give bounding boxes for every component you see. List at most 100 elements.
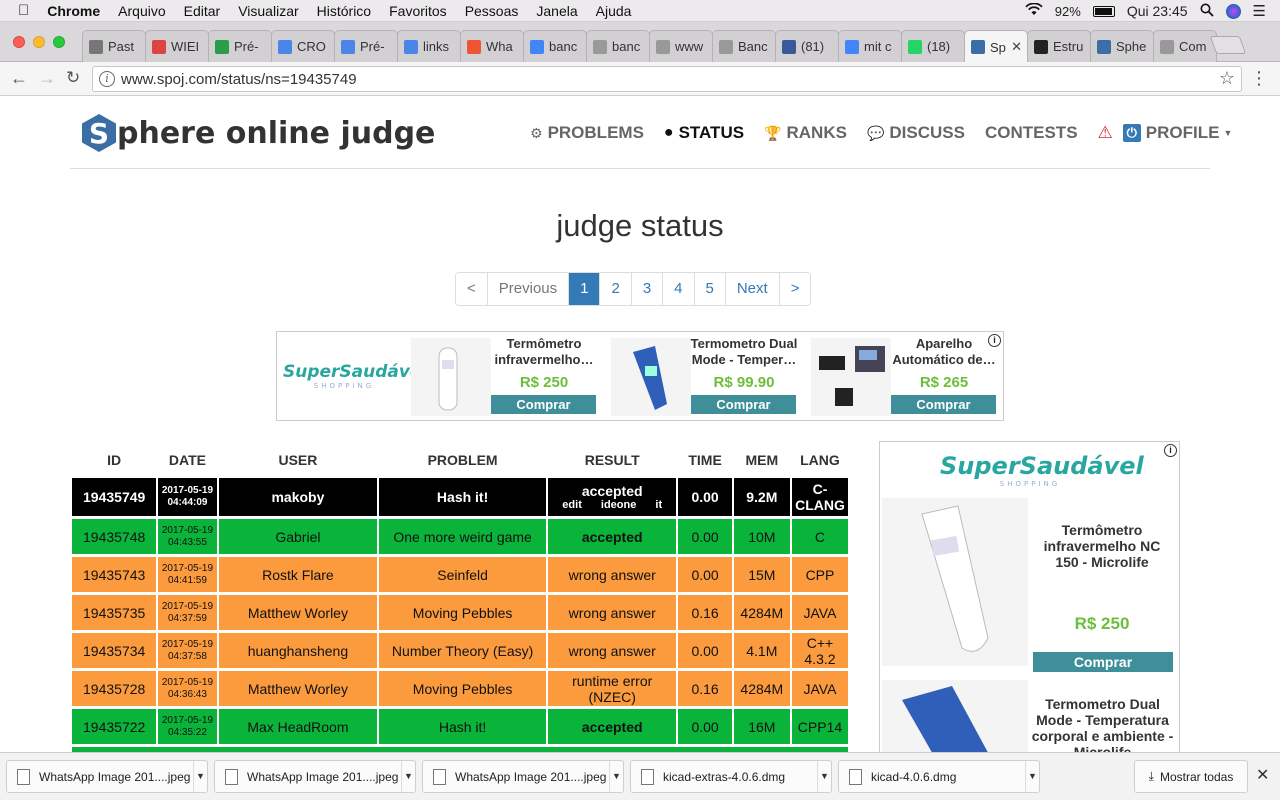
browser-tab[interactable]: mit c	[838, 30, 902, 62]
page-previous-button[interactable]: Previous	[486, 273, 569, 305]
ad-product[interactable]: Aparelho Automático de… R$ 265 Comprar	[805, 332, 1003, 420]
nav-status[interactable]: ● STATUS	[664, 123, 744, 143]
page-next-button[interactable]: Next	[724, 273, 779, 305]
tab-close-icon[interactable]: ✕	[1011, 39, 1022, 55]
browser-tab[interactable]: Wha	[460, 30, 524, 62]
submission-id[interactable]: 19435748	[72, 519, 157, 554]
browser-tab[interactable]: Past	[82, 30, 146, 62]
download-item[interactable]: WhatsApp Image 201....jpeg ▼	[422, 760, 624, 793]
browser-tab[interactable]: (81)	[775, 30, 839, 62]
window-zoom-button[interactable]	[53, 36, 65, 48]
submission-id[interactable]: 19435735	[72, 595, 157, 630]
menu-favoritos[interactable]: Favoritos	[389, 3, 447, 19]
menu-pessoas[interactable]: Pessoas	[465, 3, 519, 19]
nav-profile[interactable]: ⏻ PROFILE ▼	[1122, 123, 1232, 143]
download-item[interactable]: WhatsApp Image 201....jpeg ▼	[6, 760, 208, 793]
submission-problem[interactable]: One more weird game	[379, 519, 546, 554]
nav-ranks[interactable]: 🏆 RANKS	[764, 123, 847, 143]
submission-id[interactable]: 19435743	[72, 557, 157, 592]
show-all-downloads-button[interactable]: ⤓ Mostrar todas	[1134, 760, 1248, 793]
battery-icon[interactable]	[1092, 5, 1115, 17]
submission-id[interactable]: 19435728	[72, 671, 157, 706]
back-arrow-icon[interactable]: ←	[10, 68, 28, 89]
side-ad-product2-image[interactable]	[882, 680, 1028, 752]
spoj-logo[interactable]: S phere online judge	[82, 114, 435, 152]
chevron-down-icon[interactable]: ▼	[193, 761, 207, 792]
col-id[interactable]: ID	[72, 445, 156, 475]
alert-icon[interactable]: ⚠	[1098, 123, 1113, 143]
page-1-button[interactable]: 1	[568, 273, 600, 305]
chevron-down-icon[interactable]: ▼	[817, 761, 831, 792]
chevron-down-icon[interactable]: ▼	[1025, 761, 1039, 792]
page-last-button[interactable]: >	[778, 273, 811, 305]
chevron-down-icon[interactable]: ▼	[401, 761, 415, 792]
menu-app-chrome[interactable]: Chrome	[47, 3, 100, 19]
menu-ajuda[interactable]: Ajuda	[596, 3, 632, 19]
menu-visualizar[interactable]: Visualizar	[238, 3, 298, 19]
download-item[interactable]: kicad-4.0.6.dmg ▼	[838, 760, 1040, 793]
submission-problem[interactable]: Moving Pebbles	[379, 595, 546, 630]
menu-janela[interactable]: Janela	[536, 3, 577, 19]
submission-problem[interactable]: Hash it!	[379, 478, 546, 516]
clock[interactable]: Qui 23:45	[1127, 3, 1188, 19]
download-item[interactable]: WhatsApp Image 201....jpeg ▼	[214, 760, 416, 793]
col-problem[interactable]: PROBLEM	[379, 445, 546, 475]
ad-info-icon[interactable]: i	[1164, 444, 1177, 457]
download-item[interactable]: kicad-extras-4.0.6.dmg ▼	[630, 760, 832, 793]
browser-tab[interactable]: Pré-	[334, 30, 398, 62]
browser-tab[interactable]: www	[649, 30, 713, 62]
submission-problem[interactable]: Number Theory (Easy)	[379, 633, 546, 668]
spotlight-search-icon[interactable]	[1200, 3, 1214, 20]
result-links[interactable]: edit ideone it	[551, 499, 674, 511]
ad-product[interactable]: Termometro Dual Mode - Temper… R$ 99.90 …	[605, 332, 803, 420]
ad-buy-button[interactable]: Comprar	[691, 395, 796, 414]
menu-arquivo[interactable]: Arquivo	[118, 3, 165, 19]
menu-editar[interactable]: Editar	[184, 3, 221, 19]
browser-tab[interactable]: Estru	[1027, 30, 1091, 62]
submission-user[interactable]: Matthew Worley	[218, 671, 378, 706]
forward-arrow-icon[interactable]: →	[38, 68, 56, 89]
ad-buy-button[interactable]: Comprar	[491, 395, 596, 414]
window-close-button[interactable]	[13, 36, 25, 48]
submission-id[interactable]: 19435734	[72, 633, 157, 668]
browser-tab[interactable]: links	[397, 30, 461, 62]
submission-problem[interactable]: Moving Pebbles	[379, 671, 546, 706]
ad-banner[interactable]: SuperSaudável SHOPPING Termômetro infrav…	[276, 331, 1004, 421]
page-first-button[interactable]: <	[456, 273, 487, 305]
col-lang[interactable]: LANG	[792, 445, 848, 475]
browser-tab[interactable]: Sphe	[1090, 30, 1154, 62]
submission-problem[interactable]: Seinfeld	[379, 557, 546, 592]
side-ad[interactable]: SuperSaudável SHOPPING i Termômetro infr…	[879, 441, 1180, 752]
col-mem[interactable]: MEM	[734, 445, 790, 475]
ad-info-icon[interactable]: i	[988, 334, 1001, 347]
browser-tab[interactable]: Pré-	[208, 30, 272, 62]
address-bar[interactable]: i www.spoj.com/status/ns=19435749 ☆	[92, 66, 1242, 92]
nav-problems[interactable]: ⚙ PROBLEMS	[530, 123, 644, 143]
submission-user[interactable]: makoby	[218, 478, 378, 516]
submission-id[interactable]: 19435749	[72, 478, 157, 516]
submission-user[interactable]: Matthew Worley	[218, 595, 378, 630]
browser-tab[interactable]: CRO	[271, 30, 335, 62]
ad-product[interactable]: Termômetro infravermelho… R$ 250 Comprar	[405, 332, 603, 420]
nav-discuss[interactable]: 💬 DISCUSS	[867, 123, 965, 143]
bookmark-star-icon[interactable]: ☆	[1219, 68, 1235, 89]
window-minimize-button[interactable]	[33, 36, 45, 48]
col-user[interactable]: USER	[219, 445, 378, 475]
browser-tab[interactable]: Banc	[712, 30, 776, 62]
col-result[interactable]: RESULT	[548, 445, 677, 475]
col-time[interactable]: TIME	[678, 445, 731, 475]
chevron-down-icon[interactable]: ▼	[609, 761, 623, 792]
siri-icon[interactable]	[1225, 3, 1241, 19]
notification-center-icon[interactable]: ☰	[1253, 2, 1266, 20]
page-5-button[interactable]: 5	[693, 273, 725, 305]
ad-buy-button[interactable]: Comprar	[891, 395, 996, 414]
ad-brand-logo[interactable]: SuperSaudável SHOPPING	[283, 362, 427, 390]
side-ad-product-image[interactable]	[882, 498, 1028, 666]
side-ad-buy-button[interactable]: Comprar	[1033, 652, 1173, 672]
submission-id[interactable]: 19435722	[72, 709, 157, 744]
wifi-icon[interactable]	[1025, 2, 1043, 19]
submission-user[interactable]: Max HeadRoom	[218, 709, 378, 744]
menu-historico[interactable]: Histórico	[317, 3, 371, 19]
side-ad-brand-logo[interactable]: SuperSaudável SHOPPING	[940, 452, 1144, 488]
submission-problem[interactable]: Hash it!	[379, 709, 546, 744]
